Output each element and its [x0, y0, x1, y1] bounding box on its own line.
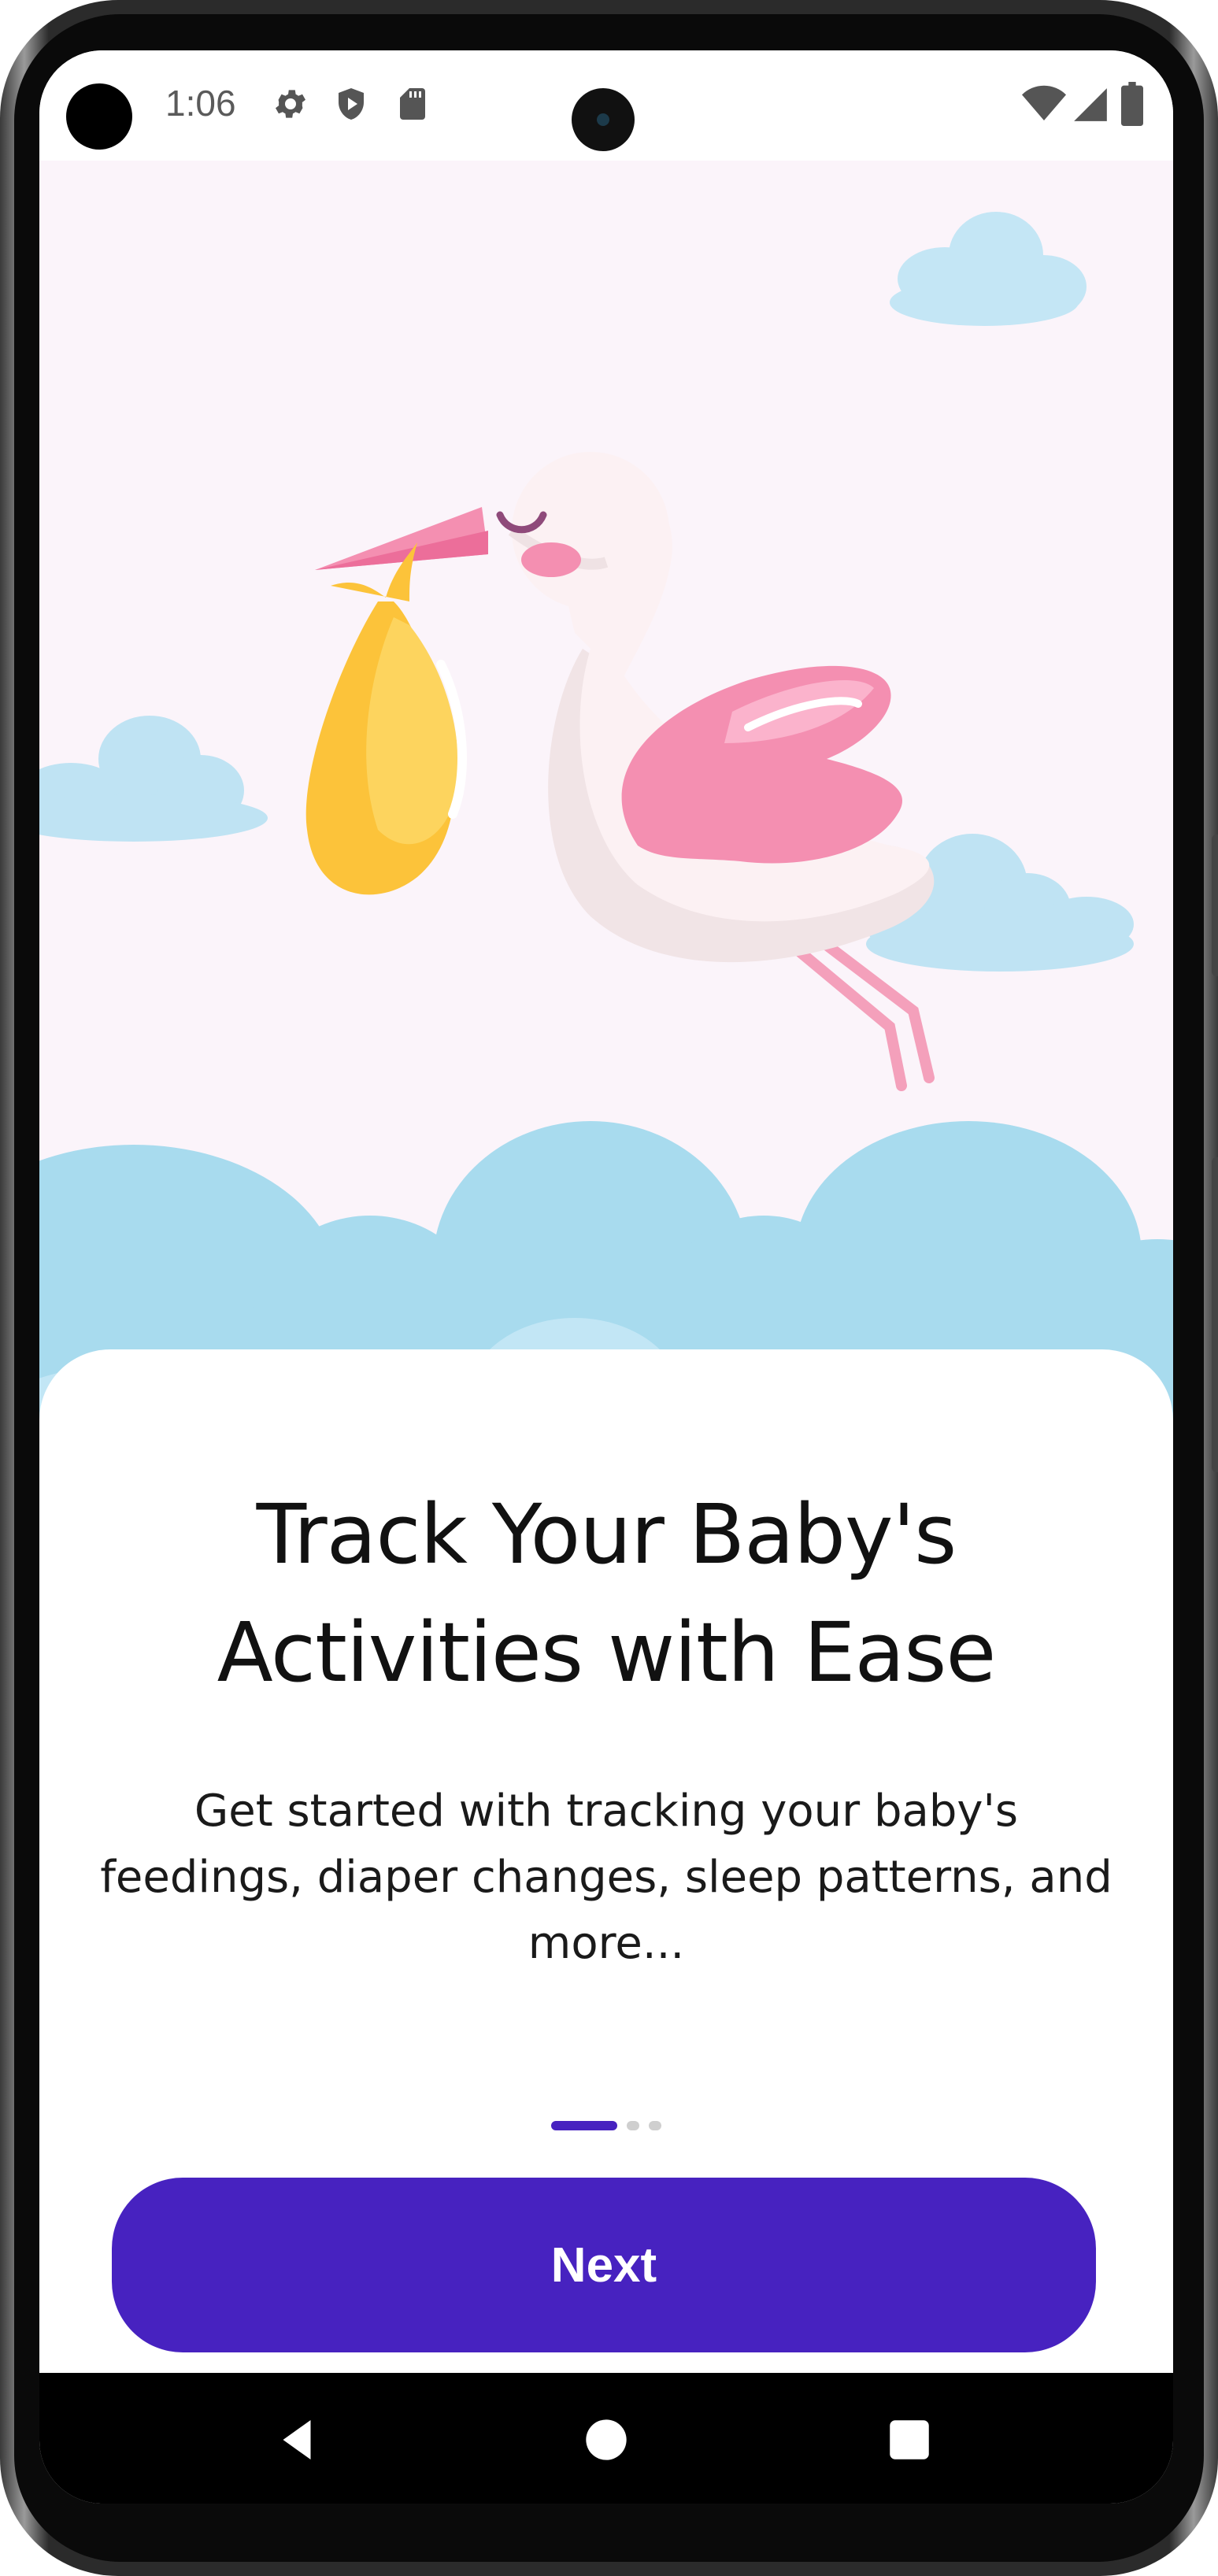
status-time: 1:06	[165, 83, 236, 124]
onboarding-illustration	[39, 161, 1173, 1491]
sd-card-icon	[400, 88, 425, 120]
page-indicator	[39, 2121, 1173, 2130]
back-icon	[283, 2420, 311, 2459]
onboarding-subtitle: Get started with tracking your baby's fe…	[100, 1786, 1112, 1969]
stork-cheek	[521, 542, 581, 577]
center-camera	[572, 88, 635, 151]
volume-button	[1212, 835, 1218, 976]
next-button[interactable]: Next	[112, 2178, 1096, 2352]
status-bar: 1:06	[39, 50, 1173, 161]
battery-icon	[1121, 82, 1143, 126]
play-protect-icon	[339, 88, 364, 120]
signal-icon	[1074, 88, 1107, 121]
wifi-icon	[1022, 85, 1066, 120]
phone-frame: 1:06 Track Your Baby's Activities with E…	[0, 0, 1218, 2576]
onboarding-title: Track Your Baby's Activities with Ease	[217, 1486, 997, 1701]
page-dot	[627, 2121, 639, 2130]
page-dot	[649, 2121, 661, 2130]
recents-button[interactable]	[866, 2396, 953, 2483]
stork-illustration	[39, 212, 1173, 1491]
home-icon	[586, 2419, 627, 2460]
navigation-bar	[39, 2373, 1173, 2504]
power-button	[1212, 1157, 1218, 1472]
front-camera	[66, 83, 132, 150]
page-dot-active	[551, 2121, 617, 2130]
cloud-top-right	[890, 212, 1087, 326]
stork-head	[512, 452, 669, 609]
onboarding-card: Track Your Baby's Activities with Ease G…	[39, 1349, 1173, 2389]
back-button[interactable]	[254, 2396, 340, 2483]
settings-icon	[276, 90, 305, 118]
cloud-left	[39, 716, 268, 842]
recents-icon	[890, 2420, 929, 2459]
home-button[interactable]	[563, 2396, 650, 2483]
screen: 1:06 Track Your Baby's Activities with E…	[39, 50, 1173, 2504]
